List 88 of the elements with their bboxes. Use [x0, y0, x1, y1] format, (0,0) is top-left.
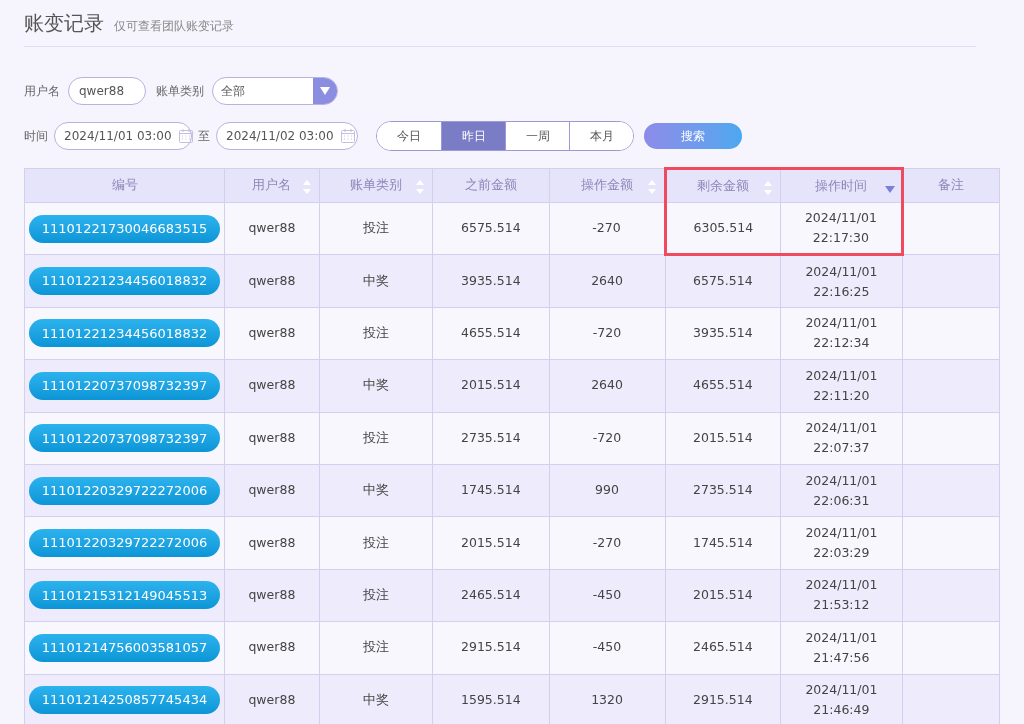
table-cell: -720: [549, 307, 666, 360]
username-field[interactable]: qwer88: [68, 77, 146, 105]
table-cell: qwer88: [224, 621, 320, 674]
table-cell: 投注: [319, 202, 433, 255]
table-cell: 2015.514: [432, 516, 549, 570]
table-cell: qwer88: [224, 516, 320, 570]
column-header[interactable]: 操作金额: [549, 168, 666, 203]
table-cell: 投注: [319, 412, 433, 465]
column-header[interactable]: 用户名: [224, 168, 320, 203]
category-dropdown[interactable]: 全部: [212, 77, 338, 105]
table-cell: -720: [549, 412, 666, 465]
table-cell: 2465.514: [665, 621, 781, 674]
table-cell: 4655.514: [432, 307, 549, 360]
table-cell: -450: [549, 569, 666, 622]
sort-icon[interactable]: [302, 180, 311, 194]
id-button[interactable]: 11101215312149045513: [29, 581, 220, 610]
search-button[interactable]: 搜索: [644, 123, 742, 149]
table-cell: -450: [549, 621, 666, 674]
field-label: 至: [198, 128, 210, 145]
id-button[interactable]: 11101214250857745434: [29, 686, 220, 715]
date-field[interactable]: 2024/11/02 03:00: [216, 122, 358, 150]
table-cell: 6575.514: [665, 254, 781, 308]
field-label: 用户名: [24, 83, 60, 100]
table-cell: qwer88: [224, 202, 320, 255]
table-cell: 2024/11/01 22:07:37: [780, 412, 903, 465]
id-button[interactable]: 11101220329722272006: [29, 476, 220, 505]
table-cell: 2015.514: [665, 412, 781, 465]
table-cell: 1745.514: [432, 464, 549, 517]
column-header[interactable]: 账单类别: [319, 168, 433, 203]
table-cell: -270: [549, 516, 666, 570]
date-field[interactable]: 2024/11/01 03:00: [54, 122, 192, 150]
sort-icon[interactable]: [764, 181, 773, 195]
table-cell: 990: [549, 464, 666, 517]
table-cell: 中奖: [319, 464, 433, 517]
page-title: 账变记录: [24, 10, 104, 37]
calendar-icon[interactable]: [339, 128, 356, 144]
table-cell: qwer88: [224, 412, 320, 465]
table-cell: 2024/11/01 22:12:34: [780, 307, 903, 360]
id-button[interactable]: 11101220329722272006: [29, 529, 220, 558]
table-cell: 2015.514: [432, 359, 549, 413]
table-cell: qwer88: [224, 254, 320, 308]
id-button[interactable]: 11101220737098732397: [29, 371, 220, 400]
table-cell: 中奖: [319, 359, 433, 413]
table-cell: 投注: [319, 516, 433, 570]
table-cell: 2735.514: [665, 464, 781, 517]
table-cell: 2024/11/01 22:11:20: [780, 359, 903, 413]
range-tab[interactable]: 本月: [569, 122, 633, 150]
calendar-icon[interactable]: [177, 128, 194, 144]
table-cell: 投注: [319, 307, 433, 360]
table-cell: 中奖: [319, 254, 433, 308]
table-cell: qwer88: [224, 464, 320, 517]
table-cell: qwer88: [224, 307, 320, 360]
table-cell: qwer88: [224, 569, 320, 622]
table-cell: 2465.514: [432, 569, 549, 622]
table-cell: 2640: [549, 254, 666, 308]
id-button[interactable]: 11101221234456018832: [29, 267, 220, 296]
sort-descending-icon[interactable]: [884, 186, 895, 193]
table-cell: 2024/11/01 22:16:25: [780, 254, 903, 308]
table-cell: 3935.514: [665, 307, 781, 360]
table-cell: qwer88: [224, 359, 320, 413]
table-cell: 3935.514: [432, 254, 549, 308]
id-button[interactable]: 11101214756003581057: [29, 633, 220, 662]
table-cell: 投注: [319, 569, 433, 622]
id-button[interactable]: 11101221234456018832: [29, 319, 220, 348]
table-cell: 2640: [549, 359, 666, 413]
table-cell: 2735.514: [432, 412, 549, 465]
table-cell: 投注: [319, 621, 433, 674]
table-cell: 2915.514: [432, 621, 549, 674]
table-cell: 1745.514: [665, 516, 781, 570]
table-cell: 2024/11/01 21:53:12: [780, 569, 903, 622]
sort-icon[interactable]: [647, 180, 656, 194]
range-tab[interactable]: 昨日: [441, 122, 505, 150]
id-button[interactable]: 11101221730046683515: [29, 214, 220, 243]
table-cell: 2024/11/01 22:06:31: [780, 464, 903, 517]
table-cell: 4655.514: [665, 359, 781, 413]
id-button[interactable]: 11101220737098732397: [29, 424, 220, 453]
table-cell: 2024/11/01 21:47:56: [780, 621, 903, 674]
sort-icon[interactable]: [416, 180, 425, 194]
field-label: 时间: [24, 128, 48, 145]
column-header[interactable]: 编号: [24, 168, 225, 203]
page-subtitle: 仅可查看团队账变记录: [114, 18, 234, 35]
column-header[interactable]: 备注: [902, 168, 1000, 203]
table-cell: 2015.514: [665, 569, 781, 622]
dropdown-caret-icon: [320, 87, 330, 95]
table-cell: 6575.514: [432, 202, 549, 255]
column-header[interactable]: 之前金额: [432, 168, 549, 203]
field-label: 账单类别: [156, 83, 204, 100]
table-cell: 2024/11/01 22:03:29: [780, 516, 903, 570]
